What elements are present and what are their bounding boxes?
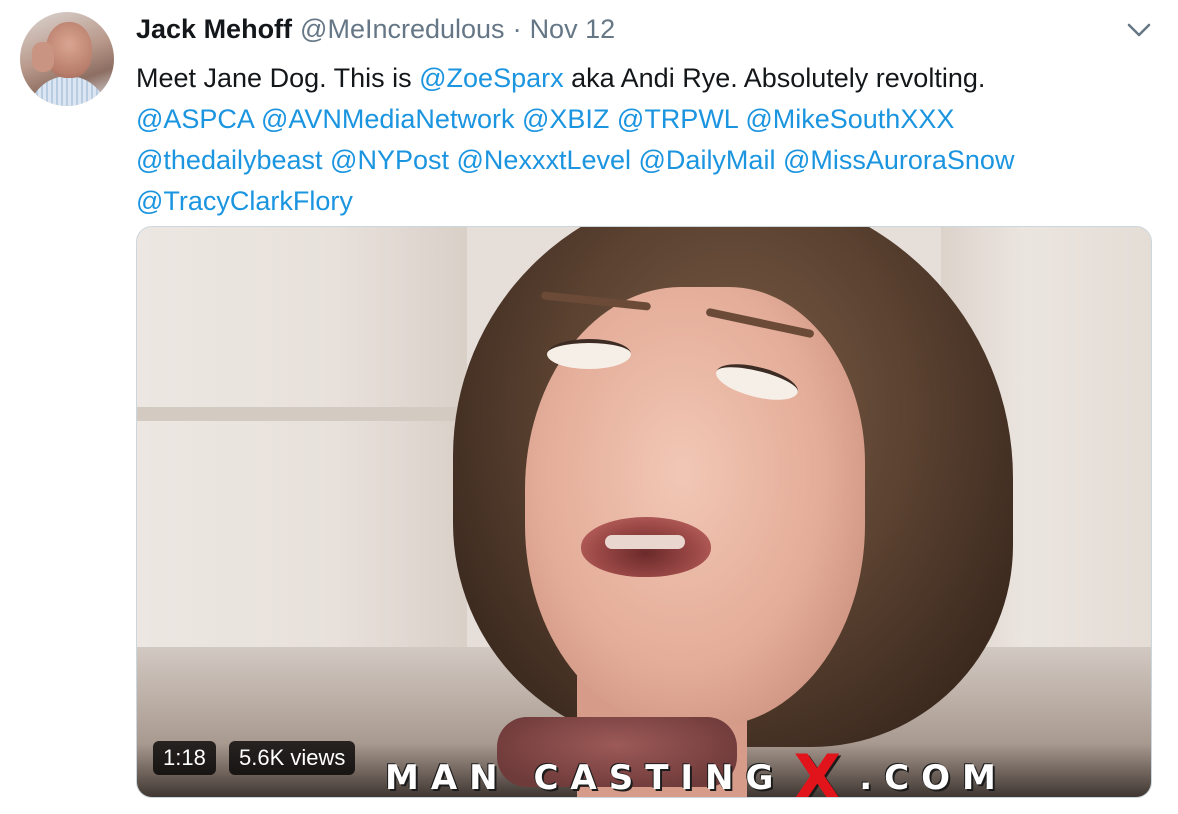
video-subject-mouth — [581, 517, 711, 577]
tweet-text-segment — [514, 104, 522, 134]
mention-link[interactable]: @thedailybeast — [136, 145, 323, 175]
tweet-text-segment — [775, 145, 783, 175]
video-duration: 1:18 — [153, 741, 216, 775]
tweet-text-line: Meet Jane Dog. This is @ZoeSparx aka And… — [136, 58, 1146, 99]
tweet-header: Jack Mehoff @MeIncredulous · Nov 12 — [136, 14, 615, 50]
tweet-text-segment: aka Andi Rye. Absolutely revolting. — [563, 63, 986, 93]
mention-link[interactable]: @AVNMediaNetwork — [261, 104, 514, 134]
tweet-text-line: @thedailybeast @NYPost @NexxxtLevel @Dai… — [136, 140, 1146, 181]
tweet-text-segment — [253, 104, 261, 134]
tweet-text-line: @TracyClarkFlory — [136, 181, 1146, 222]
tweet-date[interactable]: Nov 12 — [530, 14, 616, 45]
tweet-text-segment — [323, 145, 331, 175]
mention-link[interactable]: @MissAuroraSnow — [783, 145, 1014, 175]
mention-link[interactable]: @XBIZ — [522, 104, 609, 134]
tweet-text: Meet Jane Dog. This is @ZoeSparx aka And… — [136, 58, 1146, 222]
video-subject-teeth — [605, 535, 685, 549]
chevron-down-icon — [1127, 23, 1151, 37]
avatar-shirt — [28, 76, 108, 106]
tweet-text-segment — [631, 145, 639, 175]
mention-link[interactable]: @DailyMail — [639, 145, 776, 175]
mention-link[interactable]: @NYPost — [330, 145, 449, 175]
tweet-text-segment: Meet Jane Dog. This is — [136, 63, 420, 93]
video-subject-eye — [547, 339, 631, 369]
tweet-text-segment — [609, 104, 617, 134]
video-view-count: 5.6K views — [229, 741, 356, 775]
mention-link[interactable]: @TRPWL — [617, 104, 738, 134]
watermark-text-after: .COM — [859, 757, 1008, 798]
author-handle[interactable]: @MeIncredulous — [300, 14, 505, 45]
mention-link[interactable]: @MikeSouthXXX — [745, 104, 954, 134]
tweet-video[interactable]: MAN CASTING X .COM 1:18 5.6K views — [136, 226, 1152, 798]
tweet-menu-button[interactable] — [1126, 20, 1152, 40]
author-display-name[interactable]: Jack Mehoff — [136, 14, 292, 45]
mention-link[interactable]: @ASPCA — [136, 104, 253, 134]
tweet-text-segment — [449, 145, 457, 175]
avatar-hand — [32, 42, 54, 72]
mention-link[interactable]: @ZoeSparx — [419, 63, 563, 93]
watermark-x: X — [793, 741, 842, 798]
video-watermark: MAN CASTING X .COM — [385, 741, 1008, 798]
mention-link[interactable]: @NexxxtLevel — [457, 145, 631, 175]
watermark-text-before: MAN CASTING — [385, 757, 786, 798]
tweet-text-line: @ASPCA @AVNMediaNetwork @XBIZ @TRPWL @Mi… — [136, 99, 1146, 140]
author-avatar[interactable] — [20, 12, 114, 106]
header-separator: · — [512, 14, 522, 44]
mention-link[interactable]: @TracyClarkFlory — [136, 186, 353, 216]
